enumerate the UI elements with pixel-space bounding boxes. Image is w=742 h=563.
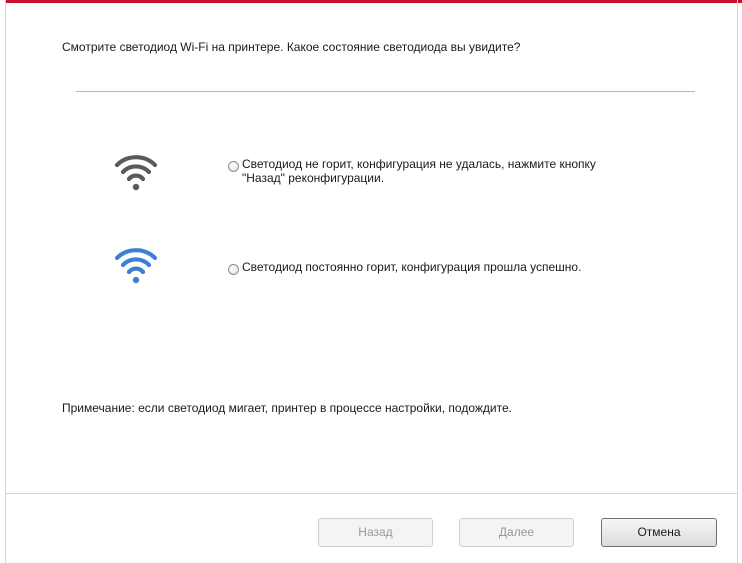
header-divider [76,91,695,92]
wifi-setup-dialog: Смотрите светодиод Wi-Fi на принтере. Ка… [0,0,742,563]
option-led-on-label: Светодиод постоянно горит, конфигурация … [242,260,582,274]
next-button[interactable]: Далее [459,518,574,547]
option-led-on[interactable]: Светодиод постоянно горит, конфигурация … [228,260,648,275]
wifi-off-icon [114,155,158,191]
option-led-off[interactable]: Светодиод не горит, конфигурация не удал… [228,157,648,185]
back-button[interactable]: Назад [318,518,433,547]
radio-led-off[interactable] [228,161,239,172]
option-led-off-label: Светодиод не горит, конфигурация не удал… [242,157,596,185]
cancel-button[interactable]: Отмена [601,518,717,547]
footer-divider [6,493,737,494]
top-accent-bar [6,0,742,3]
question-text: Смотрите светодиод Wi-Fi на принтере. Ка… [62,40,521,54]
left-border [5,0,6,563]
radio-led-on[interactable] [228,264,239,275]
note-text: Примечание: если светодиод мигает, принт… [62,401,512,415]
wifi-on-icon [114,248,158,284]
right-border [737,0,738,563]
